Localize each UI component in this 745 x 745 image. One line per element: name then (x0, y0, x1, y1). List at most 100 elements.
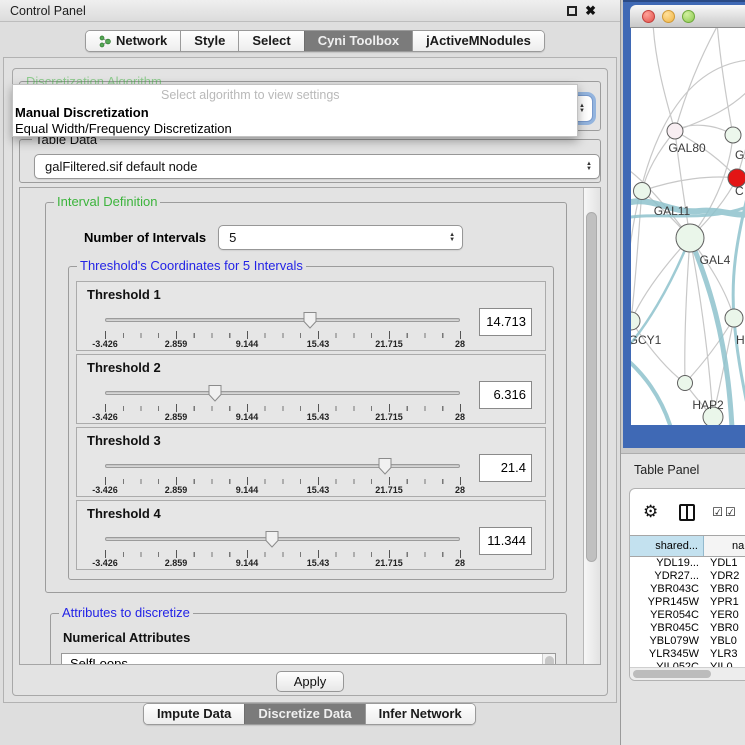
threshold-label: Threshold 2 (87, 360, 161, 375)
threshold-row: Threshold 2 -3.426 2.859 9.144 15 (76, 354, 546, 424)
columns-icon[interactable] (679, 504, 695, 521)
threshold-value-field[interactable]: 21.4 (479, 454, 532, 482)
dropdown-option[interactable]: Equal Width/Frequency Discretization (13, 121, 577, 137)
tick-label: 21.715 (375, 558, 403, 568)
attributes-group: Attributes to discretize Numerical Attri… (50, 613, 567, 665)
interval-group-label: Interval Definition (54, 194, 160, 209)
attributes-items: SelfLoopsTopologicalCoefficientBetweenne… (70, 656, 541, 665)
svg-text:GAL4: GAL4 (700, 253, 731, 267)
num-intervals-label: Number of Intervals (84, 230, 206, 245)
tab-label: Select (252, 31, 290, 51)
slider-track[interactable] (105, 318, 460, 322)
close-icon[interactable]: ✖ (585, 3, 596, 19)
tab-item[interactable]: Select (238, 31, 303, 51)
column-header-shared[interactable]: shared... (630, 536, 704, 556)
table-row[interactable]: YBR045C YBR0 (630, 622, 745, 635)
network-window-titlebar (630, 5, 745, 28)
tick-label: -3.426 (92, 558, 118, 568)
bottom-tab-label: Impute Data (157, 704, 231, 724)
table-row[interactable]: YDR27... YDR2 (630, 570, 745, 583)
thresholds-group-label: Threshold's Coordinates for 5 Intervals (77, 258, 306, 273)
dropdown-placeholder: Select algorithm to view settings (13, 88, 577, 105)
svg-text:H: H (736, 333, 745, 347)
slider-thumb[interactable] (302, 312, 318, 329)
tick-label: -3.426 (92, 339, 118, 349)
node-gal4 (676, 224, 704, 252)
table-panel-title: Table Panel (634, 463, 699, 477)
tick-label: 21.715 (375, 339, 403, 349)
node-h (725, 309, 743, 327)
apply-button[interactable]: Apply (276, 671, 345, 692)
slider-thumb[interactable] (207, 385, 223, 402)
algorithm-dropdown-popup: Select algorithm to view settings Manual… (12, 84, 578, 137)
dropdown-option[interactable]: Manual Discretization (13, 105, 577, 121)
svg-text:C: C (735, 184, 744, 198)
horizontal-scrollbar[interactable] (630, 667, 745, 680)
zoom-traffic-light[interactable] (682, 10, 695, 23)
num-intervals-combobox[interactable]: 5 ▲▼ (218, 225, 463, 250)
tab-label: Style (194, 31, 225, 51)
table-row[interactable]: YDL19... YDL1 (630, 557, 745, 570)
tick-label: 2.859 (165, 558, 188, 568)
vertical-scrollbar[interactable] (583, 188, 600, 664)
node-ga (725, 127, 741, 143)
svg-text:HAP2: HAP2 (692, 398, 724, 412)
svg-text:GCY1: GCY1 (631, 333, 662, 347)
node-gal11 (634, 183, 651, 200)
bottom-tab-item[interactable]: Discretize Data (244, 704, 364, 724)
bottom-tab-item[interactable]: Impute Data (144, 704, 244, 724)
slider-thumb[interactable] (377, 458, 393, 475)
number-of-intervals-row: Number of Intervals 5 ▲▼ (84, 225, 556, 250)
threshold-value-field[interactable]: 14.713 (479, 308, 532, 336)
table-data-combobox[interactable]: galFiltered.sif default node ▲▼ (34, 154, 600, 179)
table-row[interactable]: YLR345W YLR3 (630, 648, 745, 661)
tick-label: 28 (455, 412, 465, 422)
num-intervals-value: 5 (229, 230, 236, 245)
bottom-tab-item[interactable]: Infer Network (365, 704, 475, 724)
thresholds-group: Threshold's Coordinates for 5 Intervals … (68, 266, 554, 580)
table-toolbar: ⚙ ☑☑ (630, 489, 745, 535)
table-row[interactable]: YER054C YER0 (630, 609, 745, 622)
combo-arrows-icon: ▲▼ (449, 233, 455, 243)
scrollbar-thumb[interactable] (586, 212, 597, 562)
tab-item[interactable]: jActiveMNodules (412, 31, 544, 51)
tick-label: 9.144 (236, 412, 259, 422)
tick-label: 9.144 (236, 485, 259, 495)
interval-definition-group: Interval Definition Number of Intervals … (45, 202, 567, 593)
settings-scrollpane: Interval Definition Number of Intervals … (19, 187, 601, 665)
float-panel-icon[interactable] (567, 6, 577, 16)
apply-bar: Apply (13, 671, 607, 692)
tab-item[interactable]: Network (86, 31, 180, 51)
threshold-row: Threshold 1 -3.426 2.859 9.144 15 (76, 281, 546, 351)
hscrollbar-thumb[interactable] (633, 670, 711, 678)
tick-label: 9.144 (236, 558, 259, 568)
slider-track[interactable] (105, 464, 460, 468)
slider-ticks (105, 552, 461, 557)
checkbox-icons[interactable]: ☑☑ (712, 505, 738, 519)
tick-label: 9.144 (236, 339, 259, 349)
slider-track[interactable] (105, 391, 460, 395)
list-scrollbar[interactable] (542, 654, 555, 665)
bottom-tab-label: Discretize Data (258, 704, 351, 724)
gear-icon[interactable]: ⚙ (643, 502, 658, 522)
table-row[interactable]: YBR043C YBR0 (630, 583, 745, 596)
slider-ticks (105, 479, 461, 484)
minimize-traffic-light[interactable] (662, 10, 675, 23)
slider-track[interactable] (105, 537, 460, 541)
table-row[interactable]: YBL079W YBL0 (630, 635, 745, 648)
svg-text:GAL80: GAL80 (668, 141, 706, 155)
slider-thumb[interactable] (264, 531, 280, 548)
tab-item[interactable]: Cyni Toolbox (304, 31, 412, 51)
network-icon (99, 35, 111, 48)
tab-label: Cyni Toolbox (318, 31, 399, 51)
table-rows: YDL19... YDL1 YDR27... YDR2 YBR043C YBR0… (630, 557, 745, 674)
control-panel-titlebar: Control Panel ✖ (0, 0, 620, 22)
threshold-value-field[interactable]: 6.316 (479, 381, 532, 409)
tab-item[interactable]: Style (180, 31, 238, 51)
column-header-name[interactable]: name (704, 536, 745, 556)
table-row[interactable]: YPR145W YPR1 (630, 596, 745, 609)
attribute-item[interactable]: SelfLoops (70, 656, 541, 665)
close-traffic-light[interactable] (642, 10, 655, 23)
threshold-value-field[interactable]: 11.344 (479, 527, 532, 555)
network-canvas[interactable]: GAL80 GA C GAL11 GAL4 GCY1 H HAP2 (631, 28, 745, 425)
